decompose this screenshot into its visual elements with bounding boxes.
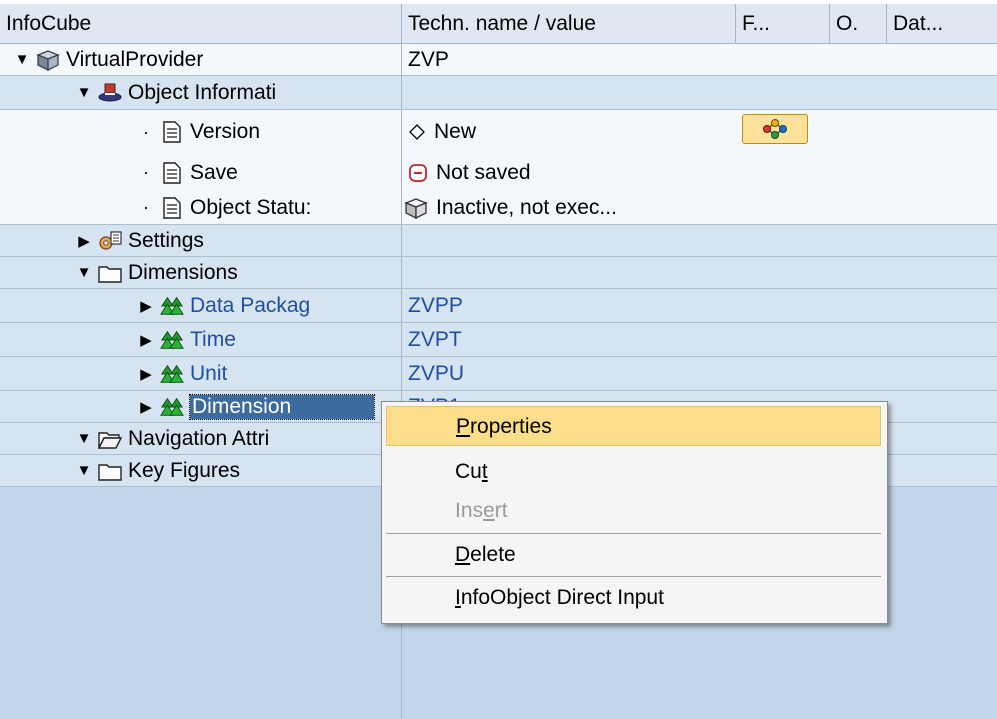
tree-node-value: Inactive, not exec... xyxy=(436,195,617,219)
activate-button[interactable] xyxy=(742,114,808,144)
document-icon xyxy=(160,196,184,219)
tree-node-value: New xyxy=(434,120,477,143)
tree-node-value: Not saved xyxy=(436,160,531,184)
column-header-label: Techn. name / value xyxy=(408,12,596,35)
menu-item-properties[interactable]: Properties xyxy=(386,406,881,446)
menu-item-insert: Insert xyxy=(455,499,508,522)
tree-node-label: Time xyxy=(190,327,236,351)
tree-node-value: ZVPP xyxy=(408,293,463,317)
tree-node-label: Version xyxy=(190,120,261,143)
column-header-technical-name[interactable]: Techn. name / value xyxy=(402,4,736,44)
tree-row-dimension-time[interactable]: ▶ Time ZVPT xyxy=(0,323,997,357)
tree-row-object-information[interactable]: ▼ Object Informati xyxy=(0,76,997,110)
menu-separator xyxy=(386,533,881,534)
column-header-f[interactable]: F... xyxy=(736,4,830,44)
menu-item-delete[interactable]: Delete xyxy=(386,535,881,575)
tree-row-settings[interactable]: ▶ Settings xyxy=(0,225,997,257)
folder-icon xyxy=(98,460,122,482)
tree-node-value: ZVPT xyxy=(408,327,462,351)
tree-node-label: Save xyxy=(190,160,238,184)
column-header-bar: InfoCube Techn. name / value F... O. Dat… xyxy=(0,0,997,44)
menu-item-cut[interactable]: Cut xyxy=(386,452,881,492)
tree-node-label: Object Informati xyxy=(128,80,277,104)
column-header-label: O. xyxy=(836,12,859,35)
diamond-icon xyxy=(408,123,426,141)
tree-row-virtualprovider[interactable]: ▼ VirtualProvider ZVP xyxy=(0,44,997,76)
document-icon xyxy=(160,121,184,143)
collapse-triangle-icon[interactable]: ▶ xyxy=(138,398,154,416)
menu-separator xyxy=(386,576,881,577)
bullet-icon: · xyxy=(143,197,149,217)
tree-row-dimensions[interactable]: ▼ Dimensions xyxy=(0,257,997,289)
tree-node-label-selected: Dimension xyxy=(189,393,375,420)
tree-row-save[interactable]: · Save Not saved xyxy=(0,154,997,191)
tree-node-label: Dimensions xyxy=(128,260,238,284)
tree-node-value: ZVPU xyxy=(408,361,465,385)
tree-node-label: Key Figures xyxy=(128,458,241,482)
document-icon xyxy=(160,161,184,184)
inactive-cube-icon xyxy=(404,197,428,219)
tree-icon xyxy=(160,396,184,418)
collapse-triangle-icon[interactable]: ▶ xyxy=(138,365,154,383)
folder-icon xyxy=(98,262,122,284)
tree-icon xyxy=(160,329,184,351)
bullet-icon: · xyxy=(143,162,149,182)
hat-icon xyxy=(98,82,122,104)
settings-icon xyxy=(98,230,122,252)
bullet-icon: · xyxy=(143,121,149,142)
collapse-triangle-icon[interactable]: ▶ xyxy=(138,331,154,349)
tree-icon xyxy=(160,295,184,317)
tree-row-version[interactable]: · Version New xyxy=(0,110,997,154)
not-saved-icon xyxy=(408,163,428,183)
column-header-label: F... xyxy=(742,12,771,35)
column-header-label: InfoCube xyxy=(6,12,92,35)
cube-icon xyxy=(36,49,60,71)
molecule-icon xyxy=(763,119,787,139)
expand-triangle-icon[interactable]: ▼ xyxy=(14,51,30,68)
tree-row-object-status[interactable]: · Object Statu: Inactive, not exec... xyxy=(0,191,997,225)
column-header-label: Dat... xyxy=(893,12,944,35)
tree-node-label: Data Packag xyxy=(190,293,311,317)
tree-node-label: Object Statu: xyxy=(190,195,312,219)
tree-row-dimension-data-package[interactable]: ▶ Data Packag ZVPP xyxy=(0,289,997,323)
tree-node-label: Unit xyxy=(190,361,228,385)
tree-node-label: VirtualProvider xyxy=(66,47,204,71)
collapse-triangle-icon[interactable]: ▶ xyxy=(138,297,154,315)
expand-triangle-icon[interactable]: ▼ xyxy=(76,462,92,479)
column-header-o[interactable]: O. xyxy=(830,4,887,44)
tree-row-dimension-unit[interactable]: ▶ Unit ZVPU xyxy=(0,357,997,391)
menu-item-infoobject-direct-input[interactable]: InfoObject Direct Input xyxy=(386,578,881,618)
expand-triangle-icon[interactable]: ▼ xyxy=(76,84,92,101)
collapse-triangle-icon[interactable]: ▶ xyxy=(76,232,92,250)
expand-triangle-icon[interactable]: ▼ xyxy=(76,264,92,281)
context-menu: Properties Cut Insert Delete InfoObject … xyxy=(381,401,888,624)
column-header-date[interactable]: Dat... xyxy=(887,4,997,44)
expand-triangle-icon[interactable]: ▼ xyxy=(76,430,92,447)
column-header-infocube[interactable]: InfoCube xyxy=(0,4,402,44)
open-folder-icon xyxy=(98,428,122,450)
tree-node-label: Settings xyxy=(128,228,204,252)
tree-node-label: Navigation Attri xyxy=(128,426,270,450)
tree-icon xyxy=(160,363,184,385)
tree-node-value: ZVP xyxy=(408,47,449,71)
